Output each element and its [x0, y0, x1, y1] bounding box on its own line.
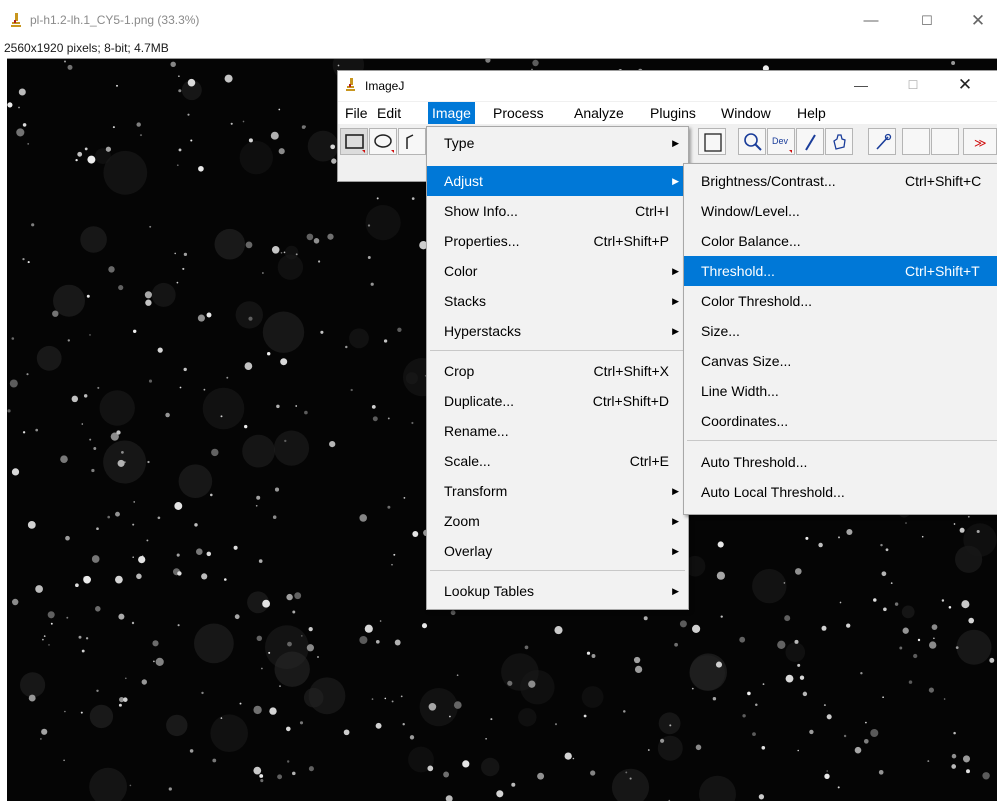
menu-image[interactable]: Image: [428, 102, 475, 124]
image-info-line: 2560x1920 pixels; 8-bit; 4.7MB: [4, 41, 169, 55]
menu-item-color-balance[interactable]: Color Balance...: [684, 226, 997, 256]
menu-help[interactable]: Help: [793, 102, 830, 124]
menu-window[interactable]: Window: [717, 102, 775, 124]
menu-item-hyperstacks[interactable]: Hyperstacks ▶: [427, 316, 688, 346]
submenu-arrow-icon: ▶: [672, 296, 679, 306]
polygon-selection-icon[interactable]: [398, 128, 426, 155]
menu-separator: [687, 440, 997, 441]
menubar: File Edit Image Process Analyze Plugins …: [338, 102, 997, 124]
image-close-button[interactable]: ✕: [963, 10, 993, 32]
menu-item-color[interactable]: Color ▶: [427, 256, 688, 286]
imagej-titlebar[interactable]: ImageJ — ☐ ✕: [338, 71, 997, 101]
rectangle-selection-icon[interactable]: [340, 128, 368, 155]
submenu-arrow-icon: ▶: [672, 326, 679, 336]
menu-item-properties[interactable]: Properties... Ctrl+Shift+P: [427, 226, 688, 256]
image-minimize-button[interactable]: —: [856, 10, 886, 32]
imagej-minimize-button[interactable]: —: [846, 75, 876, 95]
menu-item-lookup-tables[interactable]: Lookup Tables ▶: [427, 576, 688, 606]
menu-file[interactable]: File: [341, 102, 372, 124]
image-window-titlebar[interactable]: pl-h1.2-lh.1_CY5-1.png (33.3%) — ☐ ✕: [0, 0, 997, 40]
imagej-microscope-icon: [346, 78, 355, 91]
image-maximize-button[interactable]: ☐: [912, 10, 942, 32]
menu-item-crop[interactable]: Crop Ctrl+Shift+X: [427, 356, 688, 386]
menu-edit[interactable]: Edit: [373, 102, 405, 124]
menu-item-adjust[interactable]: Adjust ▶: [427, 166, 688, 196]
menu-item-threshold[interactable]: Threshold... Ctrl+Shift+T: [684, 256, 997, 286]
text-tool-icon[interactable]: [698, 128, 726, 155]
image-menu: Type ▶ Adjust ▶ Show Info... Ctrl+I Prop…: [426, 126, 689, 610]
adjust-submenu: Brightness/Contrast... Ctrl+Shift+C Wind…: [683, 163, 997, 515]
pencil-icon[interactable]: [796, 128, 824, 155]
menu-item-duplicate[interactable]: Duplicate... Ctrl+Shift+D: [427, 386, 688, 416]
submenu-arrow-icon: ▶: [672, 486, 679, 496]
menu-item-overlay[interactable]: Overlay ▶: [427, 536, 688, 566]
blank-tool[interactable]: [931, 128, 959, 155]
menu-item-canvas-size[interactable]: Canvas Size...: [684, 346, 997, 376]
menu-process[interactable]: Process: [489, 102, 548, 124]
menu-item-transform[interactable]: Transform ▶: [427, 476, 688, 506]
submenu-arrow-icon: ▶: [672, 516, 679, 526]
menu-item-zoom[interactable]: Zoom ▶: [427, 506, 688, 536]
blank-tool[interactable]: [902, 128, 930, 155]
imagej-microscope-icon: [11, 13, 21, 27]
menu-separator: [430, 570, 685, 571]
menu-item-coordinates[interactable]: Coordinates...: [684, 406, 997, 436]
developer-menu-icon[interactable]: Dev: [767, 128, 795, 155]
menu-item-window-level[interactable]: Window/Level...: [684, 196, 997, 226]
menu-separator: [430, 350, 685, 351]
menu-plugins[interactable]: Plugins: [646, 102, 700, 124]
menu-item-brightness-contrast[interactable]: Brightness/Contrast... Ctrl+Shift+C: [684, 166, 997, 196]
menu-item-type[interactable]: Type ▶: [427, 128, 688, 158]
submenu-arrow-icon: ▶: [672, 546, 679, 556]
magnifier-icon[interactable]: [738, 128, 766, 155]
imagej-maximize-button[interactable]: ☐: [898, 75, 928, 95]
hand-icon[interactable]: [825, 128, 853, 155]
menu-analyze[interactable]: Analyze: [570, 102, 628, 124]
submenu-arrow-icon: ▶: [672, 266, 679, 276]
menu-item-show-info[interactable]: Show Info... Ctrl+I: [427, 196, 688, 226]
imagej-close-button[interactable]: ✕: [950, 75, 980, 95]
menu-item-size[interactable]: Size...: [684, 316, 997, 346]
menu-item-color-threshold[interactable]: Color Threshold...: [684, 286, 997, 316]
image-window-title: pl-h1.2-lh.1_CY5-1.png (33.3%): [30, 13, 200, 27]
imagej-title: ImageJ: [365, 79, 405, 93]
menu-item-rename[interactable]: Rename...: [427, 416, 688, 446]
submenu-arrow-icon: ▶: [672, 586, 679, 596]
oval-selection-icon[interactable]: [369, 128, 397, 155]
dev-label: Dev: [772, 136, 789, 146]
menu-item-stacks[interactable]: Stacks ▶: [427, 286, 688, 316]
more-tools-icon[interactable]: ≫: [963, 128, 997, 155]
submenu-arrow-icon: ▶: [672, 138, 679, 148]
menu-item-auto-threshold[interactable]: Auto Threshold...: [684, 447, 997, 477]
menu-item-auto-local-threshold[interactable]: Auto Local Threshold...: [684, 477, 997, 507]
menu-item-scale[interactable]: Scale... Ctrl+E: [427, 446, 688, 476]
color-picker-icon[interactable]: [868, 128, 896, 155]
menu-item-line-width[interactable]: Line Width...: [684, 376, 997, 406]
submenu-arrow-icon: ▶: [672, 176, 679, 186]
more-tools-label: ≫: [974, 136, 987, 150]
